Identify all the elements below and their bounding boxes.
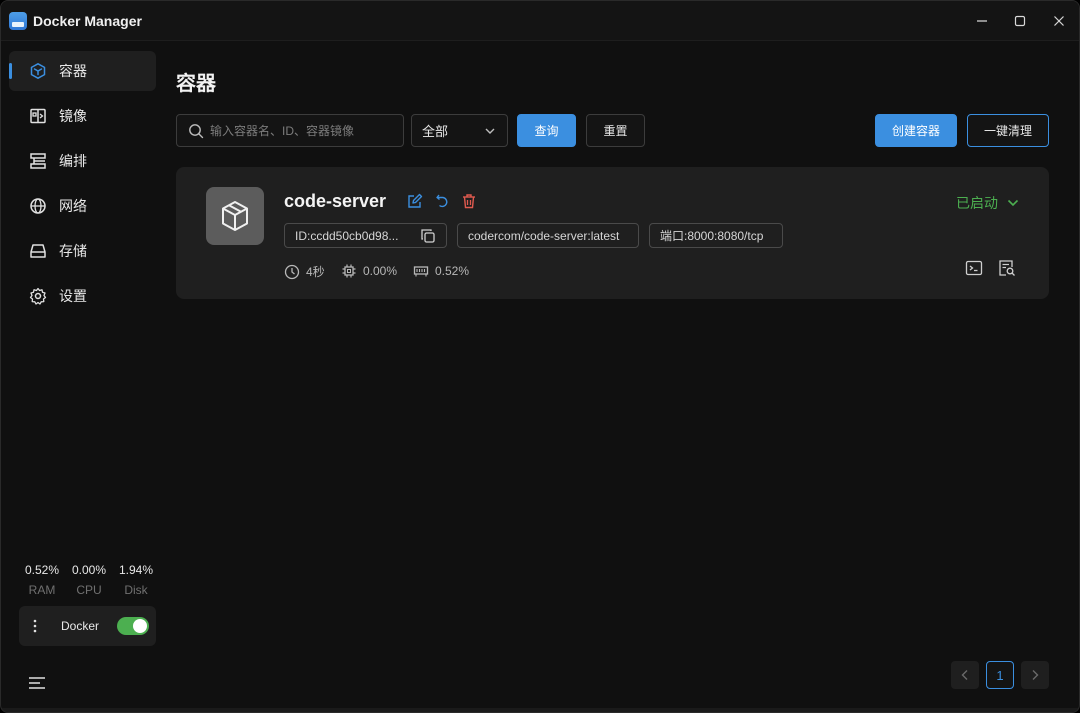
uptime-metric: 4秒	[284, 263, 325, 280]
sidebar-item-label: 设置	[59, 288, 87, 304]
container-id: ID:ccdd50cb0d98...	[295, 228, 399, 243]
edit-icon[interactable]	[407, 193, 423, 209]
logs-search-icon[interactable]	[998, 259, 1016, 277]
minimize-icon	[977, 20, 987, 22]
prev-page-button[interactable]	[951, 661, 979, 689]
sidebar-item-label: 网络	[59, 198, 87, 214]
sidebar-item-label: 镜像	[59, 108, 87, 124]
ram-stat: 0.52% RAM	[19, 563, 65, 597]
cpu-icon	[342, 264, 356, 278]
title-bar: Docker Manager	[1, 1, 1079, 41]
memory-metric: 0.52%	[413, 263, 469, 279]
page-title: 容器	[176, 73, 216, 95]
chevron-right-icon	[1032, 670, 1039, 680]
sidebar-item-settings[interactable]: 设置	[9, 276, 156, 316]
menu-collapse-icon	[29, 677, 45, 689]
reset-button[interactable]: 重置	[586, 114, 645, 147]
stat-value: 0.00%	[71, 563, 107, 577]
docker-label: Docker	[61, 619, 100, 633]
app-logo-icon	[9, 12, 27, 30]
container-status[interactable]: 已启动	[956, 193, 1020, 213]
sidebar-item-images[interactable]: 镜像	[9, 96, 156, 136]
copy-icon[interactable]	[420, 228, 436, 244]
uptime-value: 4秒	[306, 265, 325, 279]
docker-status-card: Docker	[19, 606, 156, 646]
stat-label: RAM	[28, 583, 56, 597]
maximize-icon	[1014, 15, 1026, 27]
cpu-stat: 0.00% CPU	[66, 563, 112, 597]
terminal-icon[interactable]	[965, 259, 983, 277]
create-container-button[interactable]: 创建容器	[875, 114, 957, 147]
app-window: Docker Manager 容器 镜像 编排 网络 存储 设置 0.52% R…	[0, 0, 1080, 713]
chevron-down-icon	[485, 128, 495, 134]
sidebar-item-label: 编排	[59, 153, 87, 169]
system-stats: 0.52% RAM 0.00% CPU 1.94% Disk	[19, 563, 159, 597]
container-card[interactable]: code-server 已启动 ID:ccdd50cb0d98... coder…	[176, 167, 1049, 299]
sidebar-item-label: 容器	[59, 63, 87, 79]
chevron-left-icon	[961, 670, 968, 680]
container-avatar	[206, 187, 264, 245]
sidebar-item-storage[interactable]: 存储	[9, 231, 156, 271]
status-label: 已启动	[956, 195, 998, 211]
chevron-down-icon	[1007, 199, 1019, 207]
active-indicator	[9, 63, 12, 79]
container-name: code-server	[284, 191, 387, 211]
globe-icon	[30, 198, 46, 214]
search-input[interactable]	[210, 123, 400, 138]
container-icon	[30, 63, 46, 79]
close-button[interactable]	[1047, 9, 1071, 33]
close-icon	[1054, 16, 1064, 26]
filter-select[interactable]: 全部	[411, 114, 508, 147]
sidebar-item-containers[interactable]: 容器	[9, 51, 156, 91]
sidebar-item-network[interactable]: 网络	[9, 186, 156, 226]
delete-icon[interactable]	[461, 193, 477, 209]
sidebar-item-label: 存储	[59, 243, 87, 259]
search-box[interactable]	[176, 114, 404, 147]
cleanup-button[interactable]: 一键清理	[967, 114, 1049, 147]
disk-stat: 1.94% Disk	[113, 563, 159, 597]
box-icon	[222, 201, 248, 231]
memory-icon	[413, 266, 429, 277]
app-title: Docker Manager	[33, 13, 142, 29]
gear-icon	[29, 287, 47, 305]
more-vertical-icon[interactable]	[31, 618, 39, 634]
container-image: codercom/code-server:latest	[468, 228, 620, 243]
sidebar-item-compose[interactable]: 编排	[9, 141, 156, 181]
container-port-tag: 端口:8000:8080/tcp	[649, 223, 783, 248]
storage-icon	[30, 244, 46, 258]
container-image-tag: codercom/code-server:latest	[457, 223, 639, 248]
cpu-value: 0.00%	[363, 264, 398, 278]
compose-icon	[30, 153, 46, 169]
restart-icon[interactable]	[434, 193, 450, 209]
container-port: 端口:8000:8080/tcp	[660, 229, 764, 243]
collapse-sidebar-button[interactable]	[28, 675, 46, 691]
docker-toggle[interactable]	[117, 617, 149, 635]
stat-label: Disk	[124, 583, 148, 597]
stat-value: 0.52%	[24, 563, 60, 577]
stat-value: 1.94%	[118, 563, 154, 577]
memory-value: 0.52%	[435, 264, 470, 278]
cpu-metric: 0.00%	[341, 263, 397, 279]
page-1-button[interactable]: 1	[986, 661, 1014, 689]
minimize-button[interactable]	[970, 9, 994, 33]
clock-icon	[284, 264, 300, 279]
maximize-button[interactable]	[1008, 9, 1032, 33]
sidebar: 容器 镜像 编排 网络 存储 设置 0.52% RAM 0.00% CPU 1.…	[1, 41, 165, 712]
stat-label: CPU	[76, 583, 102, 597]
filter-selected-value: 全部	[422, 124, 449, 139]
container-id-tag: ID:ccdd50cb0d98...	[284, 223, 447, 248]
search-icon	[189, 123, 204, 138]
image-icon	[30, 108, 46, 124]
query-button[interactable]: 查询	[517, 114, 576, 147]
next-page-button[interactable]	[1021, 661, 1049, 689]
window-bottom-edge	[1, 708, 1079, 712]
